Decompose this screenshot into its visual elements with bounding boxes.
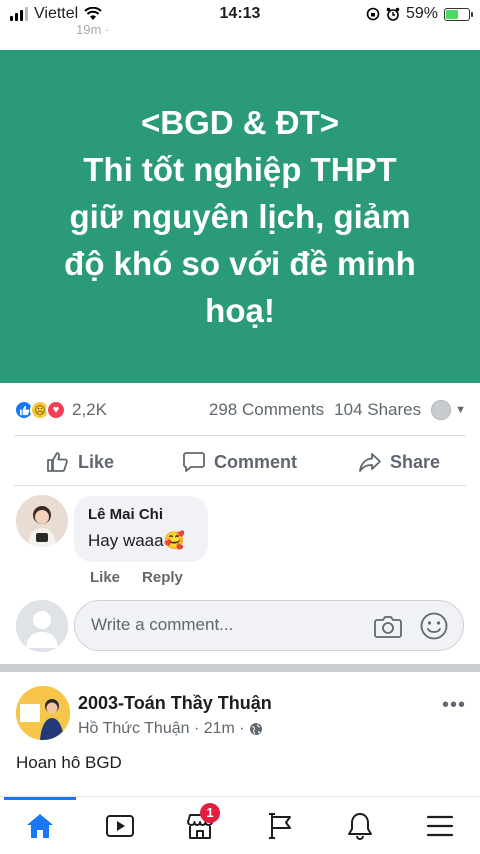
share-arrow-icon xyxy=(359,453,381,472)
nav-marketplace[interactable]: 1 xyxy=(178,803,222,843)
share-button[interactable]: Share xyxy=(358,450,440,474)
post-meta-text: Hồ Thức Thuận · 21m · xyxy=(78,720,245,737)
comment-bubble-icon xyxy=(183,452,205,472)
comments-count[interactable]: 298 Comments xyxy=(209,400,324,420)
profile-avatar-icon[interactable] xyxy=(431,400,452,420)
comment-label: Comment xyxy=(214,451,298,472)
banner-text: <BGD & ĐT> Thi tốt nghiệp THPT giữ nguyê… xyxy=(64,104,416,329)
status-bar: Viettel 14:13 59% 19m · xyxy=(0,0,480,37)
page-logo-icon xyxy=(16,686,70,740)
comment-bubble[interactable]: Lê Mai Chi Hay waaa🥰 xyxy=(74,496,208,562)
comment-reply-link[interactable]: Reply xyxy=(142,569,183,586)
status-right-group: 59% xyxy=(366,5,473,23)
previous-post-time: 19m · xyxy=(76,22,110,37)
bottom-navigation: 1 xyxy=(0,796,480,854)
like-button[interactable]: Like xyxy=(46,450,114,474)
current-user-avatar xyxy=(16,600,68,652)
nav-menu[interactable] xyxy=(418,809,462,843)
menu-icon xyxy=(426,815,454,837)
pages-flag-icon xyxy=(269,813,291,839)
page-avatar[interactable] xyxy=(16,686,70,740)
write-comment-input[interactable]: Write a comment... xyxy=(74,600,464,651)
thumbs-up-icon xyxy=(47,452,68,472)
comment-button[interactable]: Comment xyxy=(182,450,297,474)
love-icon: ♥ xyxy=(46,400,66,420)
home-icon xyxy=(27,814,53,838)
divider xyxy=(14,485,466,486)
default-user-icon xyxy=(16,600,68,652)
rotation-lock-icon xyxy=(366,7,380,21)
comment-like-link[interactable]: Like xyxy=(90,569,120,586)
battery-percent: 59% xyxy=(405,5,438,22)
active-tab-indicator xyxy=(4,797,76,800)
post-banner[interactable]: <BGD & ĐT> Thi tốt nghiệp THPT giữ nguyê… xyxy=(0,50,480,383)
post-separator xyxy=(0,664,480,672)
like-label: Like xyxy=(78,451,115,472)
camera-icon[interactable] xyxy=(373,611,403,641)
watch-icon xyxy=(106,815,134,837)
post-meta: Hồ Thức Thuận · 21m · xyxy=(78,720,263,738)
alarm-icon xyxy=(386,7,400,21)
reaction-icons[interactable]: ☹ ♥ xyxy=(14,400,66,420)
write-comment-placeholder: Write a comment... xyxy=(91,615,234,634)
engagement-stats: 298 Comments 104 Shares ▼ xyxy=(209,400,466,420)
emoji-icon[interactable] xyxy=(419,611,449,641)
comment-actions: Like Reply xyxy=(90,569,183,586)
nav-notifications[interactable] xyxy=(338,809,382,843)
divider xyxy=(14,435,466,436)
reactions-row: ☹ ♥ 2,2K 298 Comments 104 Shares ▼ xyxy=(14,396,466,424)
comment-text: Hay waaa🥰 xyxy=(88,531,185,550)
nav-pages[interactable] xyxy=(258,809,302,843)
post-text: Hoan hô BGD xyxy=(16,753,122,772)
more-options-icon[interactable]: ••• xyxy=(442,694,466,717)
chevron-down-icon[interactable]: ▼ xyxy=(455,404,466,416)
bell-icon xyxy=(348,813,372,840)
nav-home[interactable] xyxy=(18,809,62,843)
person-photo-icon xyxy=(16,495,68,547)
share-label: Share xyxy=(390,451,441,472)
reaction-count[interactable]: 2,2K xyxy=(72,400,107,420)
post-author[interactable]: 2003-Toán Thầy Thuận xyxy=(78,693,272,714)
battery-icon xyxy=(444,7,473,21)
comment-author[interactable]: Lê Mai Chi xyxy=(88,506,194,523)
marketplace-badge: 1 xyxy=(200,803,220,823)
write-comment-icons xyxy=(373,611,449,641)
nav-watch[interactable] xyxy=(98,809,142,843)
commenter-avatar[interactable] xyxy=(16,495,68,547)
action-bar: Like Comment Share xyxy=(0,440,480,484)
globe-icon xyxy=(249,723,262,735)
shares-count[interactable]: 104 Shares xyxy=(334,400,421,420)
